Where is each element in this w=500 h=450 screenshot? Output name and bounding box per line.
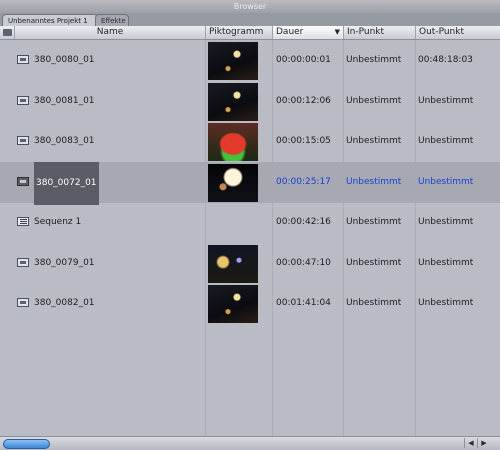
cell-out-point: Unbestimmt (418, 176, 474, 187)
thumbnail-image[interactable] (208, 163, 258, 202)
thumbnail-image[interactable] (208, 285, 258, 323)
cell-in-point: Unbestimmt (346, 136, 402, 146)
cell-name[interactable]: 380_0072_01 (0, 161, 200, 205)
cell-in-point: Unbestimmt (346, 176, 402, 187)
cell-out-point: Unbestimmt (418, 136, 474, 146)
cell-duration: 00:00:42:16 (276, 217, 331, 227)
item-name-label: 380_0082_01 (34, 298, 95, 308)
table-row[interactable]: 380_0079_01 00:00:47:10 Unbestimmt Unbestim… (0, 243, 500, 284)
cell-out-point: 00:48:18:03 (418, 55, 473, 65)
column-duration[interactable]: Dauer ▼ (272, 26, 343, 39)
browser-list: 380_0080_01 00:00:00:01 Unbestimmt 00:48:18… (0, 40, 500, 436)
cell-in-point: Unbestimmt (346, 257, 402, 268)
table-row[interactable]: 380_0080_01 00:00:00:01 Unbestimmt 00:48:18… (0, 40, 500, 81)
column-duration-label: Dauer (276, 27, 304, 37)
horizontal-scrollbar[interactable]: ◀ ▶ (0, 436, 500, 450)
cell-out-point: Unbestimmt (418, 257, 474, 268)
table-row[interactable]: Sequenz 1 00:00:42:16 Unbestimmt Unbestimmt (0, 202, 500, 243)
tab-bar: Unbenanntes Projekt 1 Effekte (0, 13, 500, 27)
cell-name[interactable]: 380_0081_01 (0, 81, 200, 122)
cell-duration: 00:01:41:04 (276, 298, 331, 308)
column-name[interactable]: Name (14, 26, 205, 39)
scrollbar-thumb[interactable] (3, 439, 50, 449)
table-row[interactable]: 380_0083_01 00:00:15:05 Unbestimmt Unbestim… (0, 121, 500, 162)
cell-name[interactable]: 380_0083_01 (0, 121, 200, 162)
view-toggle-icon[interactable] (3, 29, 12, 36)
cell-out-point: Unbestimmt (418, 95, 474, 106)
scroll-left-arrow-icon[interactable]: ◀ (464, 438, 477, 448)
column-in-point[interactable]: In-Punkt (343, 26, 415, 39)
window-title: Browser (233, 2, 267, 11)
column-thumbnail[interactable]: Piktogramm (205, 26, 272, 39)
item-name-label: 380_0081_01 (34, 95, 95, 106)
item-name-label: 380_0079_01 (34, 257, 95, 268)
table-row[interactable]: 380_0072_01 00:00:25:17 Unbestimmt Unbestim… (0, 161, 500, 205)
table-row[interactable]: 380_0081_01 00:00:12:06 Unbestimmt Unbestim… (0, 81, 500, 122)
cell-in-point: Unbestimmt (346, 298, 402, 308)
column-header: Name Piktogramm Dauer ▼ In-Punkt Out-Pun… (0, 26, 500, 40)
thumbnail-image[interactable] (208, 244, 258, 283)
thumbnail-image[interactable] (208, 82, 258, 121)
item-name-label: 380_0072_01 (34, 161, 99, 205)
cell-in-point: Unbestimmt (346, 55, 402, 65)
cell-name[interactable]: Sequenz 1 (0, 202, 200, 243)
cell-duration: 00:00:15:05 (276, 136, 331, 146)
cell-duration: 00:00:12:06 (276, 95, 331, 106)
sort-descending-icon: ▼ (334, 28, 340, 36)
cell-duration: 00:00:25:17 (276, 176, 331, 187)
cell-name[interactable]: 380_0080_01 (0, 40, 200, 81)
window-titlebar: Browser (0, 0, 500, 13)
cell-in-point: Unbestimmt (346, 217, 402, 227)
thumbnail-image[interactable] (208, 123, 258, 161)
cell-out-point: Unbestimmt (418, 217, 474, 227)
cell-in-point: Unbestimmt (346, 95, 402, 106)
cell-out-point: Unbestimmt (418, 298, 474, 308)
item-name-label: 380_0083_01 (34, 136, 95, 146)
cell-name[interactable]: 380_0082_01 (0, 283, 200, 324)
table-row[interactable]: 380_0082_01 00:01:41:04 Unbestimmt Unbestim… (0, 283, 500, 324)
cell-duration: 00:00:47:10 (276, 257, 331, 268)
item-name-label: 380_0080_01 (34, 55, 95, 65)
thumbnail-image[interactable] (208, 42, 258, 80)
column-out-point[interactable]: Out-Punkt (415, 26, 500, 39)
cell-duration: 00:00:00:01 (276, 55, 331, 65)
cell-name[interactable]: 380_0079_01 (0, 243, 200, 284)
scroll-right-arrow-icon[interactable]: ▶ (477, 438, 490, 448)
item-name-label: Sequenz 1 (34, 217, 82, 227)
